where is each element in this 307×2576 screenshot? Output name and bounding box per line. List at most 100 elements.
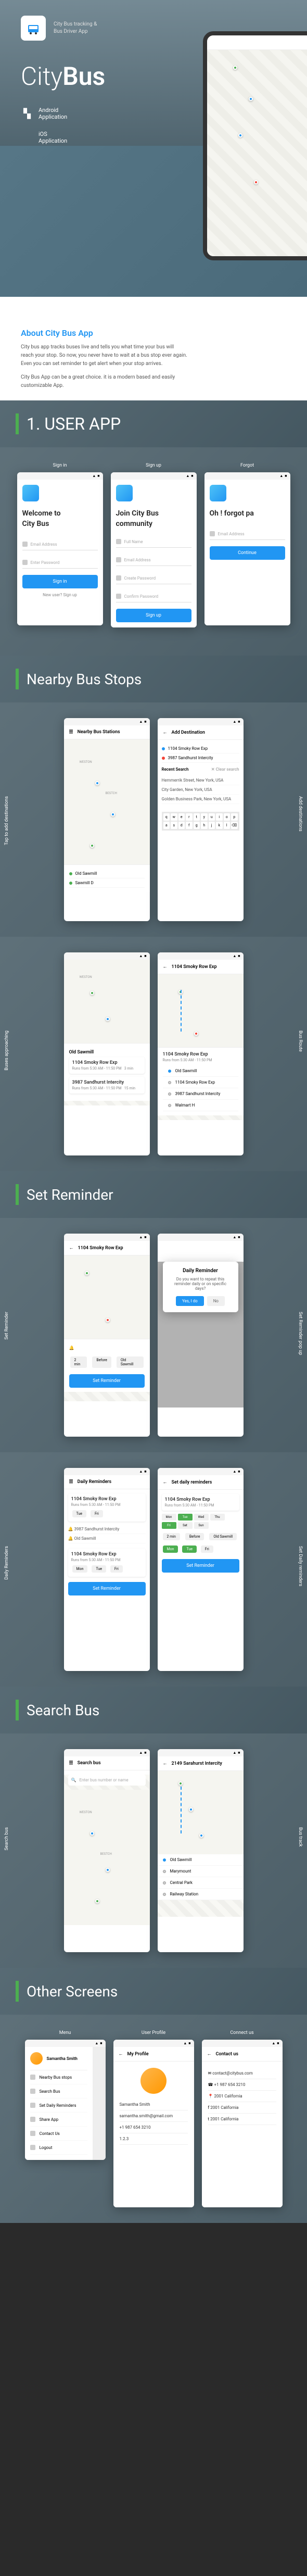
logout-icon	[30, 2145, 35, 2150]
email-field[interactable]: Email Address	[210, 528, 285, 540]
continue-button[interactable]: Continue	[210, 546, 285, 560]
search-input[interactable]: 🔍 Enter bus number or name	[68, 1775, 146, 1786]
contact-tw[interactable]: t 2001 California	[208, 2114, 276, 2125]
profile-screen: ▲■ ←My Profile Samantha Smith samantha.s…	[113, 2040, 194, 2207]
menu-reminders[interactable]: Set Daily Reminders	[30, 2099, 87, 2113]
phone-header: ← 2149 Sarahurst Intercity	[207, 35, 307, 50]
menu-user[interactable]: Samantha Smith	[30, 2052, 87, 2070]
name-field[interactable]: Full Name	[116, 536, 191, 548]
bus-card[interactable]: 1104 Smoky Row Exp Runs from 5:30 AM - 1…	[69, 1057, 145, 1074]
back-icon[interactable]: ←	[163, 730, 168, 735]
back-icon[interactable]: ←	[163, 964, 168, 970]
auth-screens-row: Sign in ▲■ Welcome to City Bus Email Add…	[0, 447, 307, 656]
menu-icon[interactable]: ☰	[69, 1761, 73, 1766]
lock-icon	[116, 594, 121, 599]
stop-item[interactable]: 3987 Sandhurst Intercity	[163, 1088, 238, 1100]
email-field[interactable]: Email Address	[116, 554, 191, 566]
keyboard[interactable]: qwertyuiop asdfghjkl⌫	[162, 812, 239, 831]
share-icon	[30, 2117, 35, 2122]
clear-icon[interactable]: ✕ Clear search	[211, 767, 239, 772]
app-logo-icon	[210, 485, 226, 501]
yes-button[interactable]: Yes, I do	[176, 1296, 204, 1306]
route-screen: ▲■ ←1104 Smoky Row Exp 1104 Smoky Row Ex…	[158, 952, 244, 1155]
twitter-icon: t	[208, 2117, 210, 2121]
set-reminder-button[interactable]: Set Reminder	[68, 1582, 146, 1595]
recent-item[interactable]: Golden Business Park, New York, USA	[162, 795, 239, 804]
nearby-row-1: Tap to add destinations Add destinations…	[0, 702, 307, 937]
back-icon[interactable]: ←	[119, 2051, 123, 2057]
contact-phone[interactable]: ☎ +1 987 654 3210	[208, 2079, 276, 2091]
stop-item[interactable]: Old Sawmill	[158, 1854, 244, 1866]
about-p1: City bus app tracks buses live and tells…	[21, 343, 187, 368]
back-icon[interactable]: ←	[163, 1479, 168, 1485]
stop-item[interactable]: Central Park	[158, 1877, 244, 1889]
stop-row[interactable]: Old Sawmill	[69, 869, 145, 878]
location-icon	[30, 2075, 35, 2080]
nearby-title: Nearby Bus Stops	[27, 671, 142, 688]
menu-nearby[interactable]: Nearby Bus stops	[30, 2070, 87, 2084]
about-p2: City Bus App can be a great choice. it i…	[21, 373, 187, 390]
bus-card[interactable]: 3987 Sandhurst Intercity Runs from 5:30 …	[69, 1077, 145, 1094]
approaching-screen: ▲■ WESTON Old Sawmill 1104 Smoky Row Exp…	[64, 952, 150, 1155]
reminder-header: Set Reminder	[0, 1171, 307, 1218]
signup-button[interactable]: Sign up	[116, 609, 191, 622]
about-panel: About City Bus App City bus app tracks b…	[0, 297, 307, 400]
contact-email[interactable]: ✉ contact@citybus.com	[208, 2068, 276, 2079]
phone-icon	[30, 2131, 35, 2136]
signin-button[interactable]: Sign in	[22, 575, 98, 588]
days-selector[interactable]: Mon Tue Wed Thu Fri Sat Sun	[162, 1514, 239, 1529]
label-route: Bus Route	[298, 1031, 303, 1052]
facebook-icon: f	[208, 2105, 210, 2110]
menu-search[interactable]: Search Bus	[30, 2084, 87, 2099]
set-reminder-button[interactable]: Set Reminder	[162, 1559, 239, 1573]
phone-icon: ☎	[208, 2082, 213, 2087]
recent-item[interactable]: Hemmerrik Street, New York, USA	[162, 776, 239, 785]
menu-icon[interactable]: ☰	[69, 730, 73, 735]
other-title: Other Screens	[27, 1983, 118, 2000]
back-icon[interactable]: ←	[69, 1245, 74, 1251]
confirm-field[interactable]: Confirm Password	[116, 590, 191, 602]
no-button[interactable]: No	[207, 1296, 225, 1306]
app-logo-icon	[22, 485, 39, 501]
menu-icon[interactable]: ☰	[69, 1479, 73, 1485]
search-row: Search bus Bus track ▲■ ☰Search bus 🔍 En…	[0, 1733, 307, 1968]
avatar[interactable]	[140, 2068, 167, 2094]
nearby-map-screen: ▲■ ☰Nearby Bus Stations WESTON BESTCH Ol…	[64, 718, 150, 921]
before-chip[interactable]: Before	[92, 1356, 111, 1368]
about-title: About City Bus App	[21, 328, 286, 338]
daily-reminders-screen: ▲■ ☰Daily Reminders 1104 Smoky Row Exp R…	[64, 1468, 150, 1671]
contact-fb[interactable]: f 2001 California	[208, 2102, 276, 2114]
password-field[interactable]: Enter Password	[22, 557, 98, 569]
menu-share[interactable]: Share App	[30, 2113, 87, 2127]
set-daily-reminders-screen: ▲■ ←Set daily reminders 1104 Smoky Row E…	[158, 1468, 244, 1671]
password-field[interactable]: Create Password	[116, 572, 191, 584]
back-icon[interactable]: ←	[207, 2051, 212, 2057]
email-field[interactable]: Email Address	[22, 538, 98, 550]
android-icon: ▚	[21, 107, 33, 120]
recent-item[interactable]: City Garden, New York, USA	[162, 785, 239, 795]
label-approaching: Buses approaching	[4, 1031, 9, 1071]
menu-contact[interactable]: Contact Us	[30, 2127, 87, 2141]
menu-logout[interactable]: Logout	[30, 2141, 87, 2155]
time-chip[interactable]: 2 min	[70, 1356, 87, 1368]
location-icon: 📍	[208, 2094, 213, 2099]
stop-chip[interactable]: Old Sawmill	[117, 1356, 144, 1368]
stop-item[interactable]: 1104 Smoky Row Exp	[163, 1077, 238, 1088]
stop-row[interactable]: Sawmill D	[69, 878, 145, 888]
mail-icon	[116, 557, 121, 562]
reminder-row-2: Daily Reminders Set Daily reminders ▲■ ☰…	[0, 1452, 307, 1687]
stop-item[interactable]: Railway Station	[158, 1889, 244, 1900]
other-row: Menu ▲■ Samantha Smith Nearby Bus stops …	[0, 2015, 307, 2223]
stop-item[interactable]: Marymount	[158, 1866, 244, 1877]
set-reminder-button[interactable]: Set Reminder	[69, 1374, 145, 1388]
signup-link[interactable]: New user? Sign up	[22, 588, 98, 601]
back-icon[interactable]: ←	[163, 1761, 168, 1766]
stop-item[interactable]: Walmart H	[163, 1100, 238, 1111]
bell-icon: 🔔	[68, 1527, 73, 1531]
col-label-forgot: Forgot	[240, 463, 254, 468]
reminder-title: Set Reminder	[27, 1186, 113, 1203]
contact-screen: ▲■ ←Contact us ✉ contact@citybus.com ☎ +…	[202, 2040, 283, 2207]
lock-icon	[22, 560, 28, 565]
lock-icon	[116, 575, 121, 581]
stop-item[interactable]: Old Sawmill	[163, 1065, 238, 1077]
